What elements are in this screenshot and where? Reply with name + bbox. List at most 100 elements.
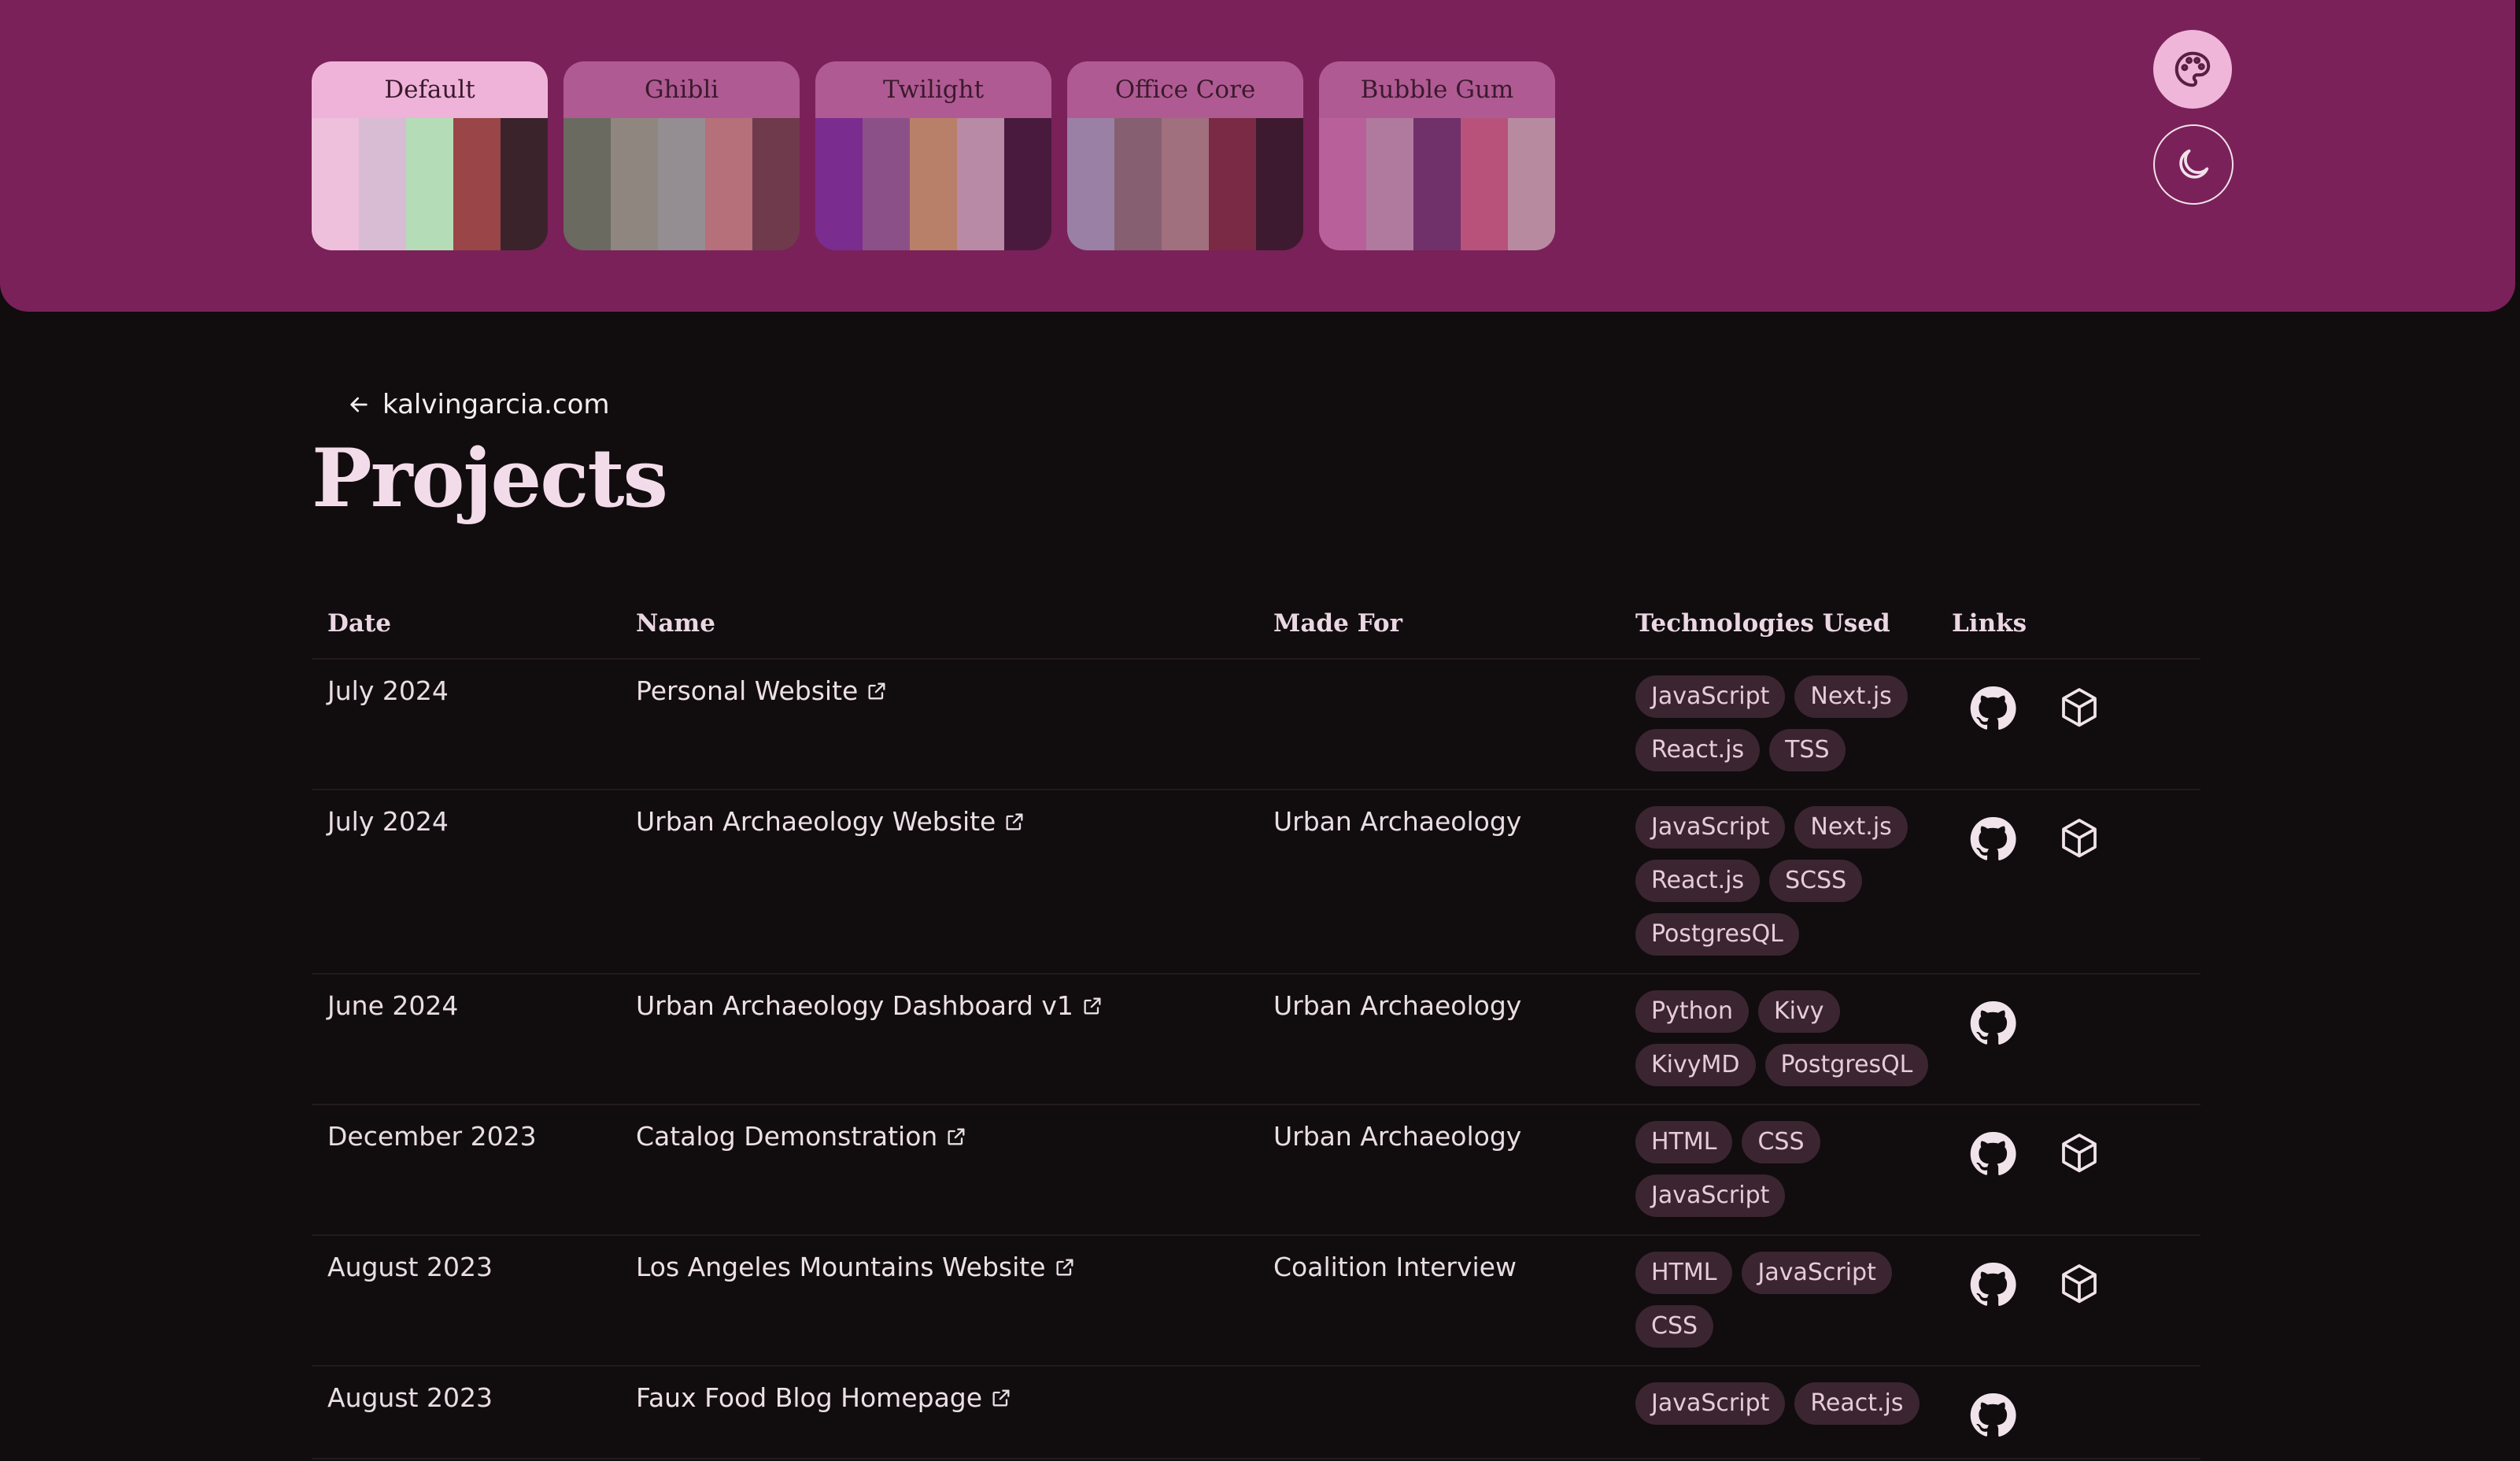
project-technologies: JavaScript React.js (1620, 1366, 1936, 1459)
project-name-cell: Catalog Demonstration (620, 1104, 1258, 1236)
project-name-link[interactable]: Urban Archaeology Dashboard v1 (636, 990, 1103, 1021)
table-body: July 2024 Personal Website JavaScript Next.… (312, 659, 2200, 1459)
theme-swatch-colors (1319, 118, 1555, 250)
github-link[interactable] (1968, 1390, 2018, 1441)
project-made-for: Urban Archaeology (1258, 1104, 1620, 1236)
project-links (1936, 1366, 2200, 1459)
color-stripe (1067, 118, 1114, 250)
technology-tag[interactable]: HTML (1635, 1121, 1733, 1163)
github-link[interactable] (1968, 1259, 2018, 1310)
project-name-link[interactable]: Urban Archaeology Website (636, 806, 1025, 837)
project-name-link[interactable]: Personal Website (636, 675, 888, 706)
project-name[interactable]: Urban Archaeology Website (636, 806, 996, 837)
theme-swatch-colors (312, 118, 548, 250)
color-stripe (1366, 118, 1413, 250)
project-technologies: Python Kivy KivyMD PostgresQL (1620, 974, 1936, 1105)
technology-tag[interactable]: React.js (1794, 1382, 1920, 1425)
color-stripe (705, 118, 752, 250)
link-group (1952, 806, 2185, 864)
column-header-made-for: Made For (1258, 606, 1620, 660)
tag-list: JavaScript React.js (1635, 1382, 1934, 1425)
technology-tag[interactable]: React.js (1635, 860, 1761, 902)
technology-tag[interactable]: JavaScript (1635, 675, 1786, 718)
color-stripe (312, 118, 359, 250)
technology-tag[interactable]: JavaScript (1635, 1382, 1786, 1425)
theme-swatch[interactable]: Bubble Gum (1319, 61, 1555, 250)
package-link[interactable] (2054, 1129, 2104, 1179)
project-name-link[interactable]: Los Angeles Mountains Website (636, 1252, 1076, 1282)
project-name[interactable]: Urban Archaeology Dashboard v1 (636, 990, 1073, 1021)
tag-list: HTML CSS JavaScript (1635, 1121, 1934, 1217)
color-stripe (1461, 118, 1508, 250)
project-links (1936, 659, 2200, 790)
technology-tag[interactable]: JavaScript (1635, 806, 1786, 849)
project-date: December 2023 (312, 1104, 620, 1236)
project-technologies: JavaScript Next.js React.js SCSS PostgresQL (1620, 790, 1936, 975)
technology-tag[interactable]: TSS (1769, 729, 1846, 771)
technology-tag[interactable]: PostgresQL (1764, 1044, 1929, 1086)
project-links (1936, 974, 2200, 1105)
technology-tag[interactable]: SCSS (1769, 860, 1863, 902)
technology-tag[interactable]: HTML (1635, 1252, 1733, 1294)
theme-toggle-button[interactable] (2153, 124, 2234, 205)
technology-tag[interactable]: React.js (1635, 729, 1761, 771)
color-stripe (910, 118, 957, 250)
project-name-cell: Urban Archaeology Website (620, 790, 1258, 975)
theme-swatch-colors (815, 118, 1051, 250)
technology-tag[interactable]: Next.js (1794, 806, 1908, 849)
technology-tag[interactable]: CSS (1635, 1305, 1714, 1348)
github-link[interactable] (1968, 683, 2018, 734)
color-stripe (406, 118, 453, 250)
theme-swatch-colors (1067, 118, 1303, 250)
project-made-for: Urban Archaeology (1258, 974, 1620, 1105)
color-stripe (453, 118, 501, 250)
package-link[interactable] (2054, 814, 2104, 864)
color-stripe (1004, 118, 1051, 250)
project-name-link[interactable]: Faux Food Blog Homepage (636, 1382, 1012, 1413)
technology-tag[interactable]: Next.js (1794, 675, 1908, 718)
project-name[interactable]: Personal Website (636, 675, 858, 706)
external-link-icon (948, 1128, 965, 1145)
github-link[interactable] (1968, 998, 2018, 1049)
github-link[interactable] (1968, 1129, 2018, 1179)
column-header-links: Links (1936, 606, 2200, 660)
external-link-icon (868, 682, 885, 699)
github-icon (1970, 1131, 2016, 1175)
project-name-cell: Faux Food Blog Homepage (620, 1366, 1258, 1459)
package-link[interactable] (2054, 683, 2104, 734)
color-stripe (1209, 118, 1256, 250)
theme-panel: Default Ghibli Twilight Office Core Bubble G… (0, 0, 2515, 312)
project-name-link[interactable]: Catalog Demonstration (636, 1121, 967, 1152)
tag-list: JavaScript Next.js React.js TSS (1635, 675, 1934, 771)
technology-tag[interactable]: Python (1635, 990, 1749, 1033)
project-name[interactable]: Catalog Demonstration (636, 1121, 937, 1152)
external-link-icon (1084, 997, 1101, 1014)
technology-tag[interactable]: CSS (1742, 1121, 1820, 1163)
back-link[interactable]: kalvingarcia.com (346, 389, 610, 420)
link-group (1952, 675, 2185, 734)
theme-swatch[interactable]: Ghibli (563, 61, 800, 250)
color-stripe (611, 118, 658, 250)
github-link[interactable] (1968, 814, 2018, 864)
project-date: June 2024 (312, 974, 620, 1105)
technology-tag[interactable]: Kivy (1758, 990, 1840, 1033)
project-name[interactable]: Los Angeles Mountains Website (636, 1252, 1046, 1282)
technology-tag[interactable]: PostgresQL (1635, 913, 1799, 956)
external-link-icon (1006, 813, 1023, 830)
project-name[interactable]: Faux Food Blog Homepage (636, 1382, 982, 1413)
theme-swatch[interactable]: Twilight (815, 61, 1051, 250)
package-link[interactable] (2054, 1259, 2104, 1310)
technology-tag[interactable]: JavaScript (1742, 1252, 1892, 1294)
arrow-left-icon (350, 397, 368, 412)
github-icon (1970, 1001, 2016, 1045)
tag-list: HTML JavaScript CSS (1635, 1252, 1934, 1348)
technology-tag[interactable]: JavaScript (1635, 1174, 1786, 1217)
tag-list: Python Kivy KivyMD PostgresQL (1635, 990, 1934, 1086)
back-link-label: kalvingarcia.com (382, 389, 610, 420)
page-title: Projects (312, 431, 668, 526)
theme-swatch[interactable]: Default (312, 61, 548, 250)
palette-button[interactable] (2153, 30, 2232, 109)
theme-swatch[interactable]: Office Core (1067, 61, 1303, 250)
theme-swatch-label: Twilight (815, 61, 1051, 118)
technology-tag[interactable]: KivyMD (1635, 1044, 1756, 1086)
